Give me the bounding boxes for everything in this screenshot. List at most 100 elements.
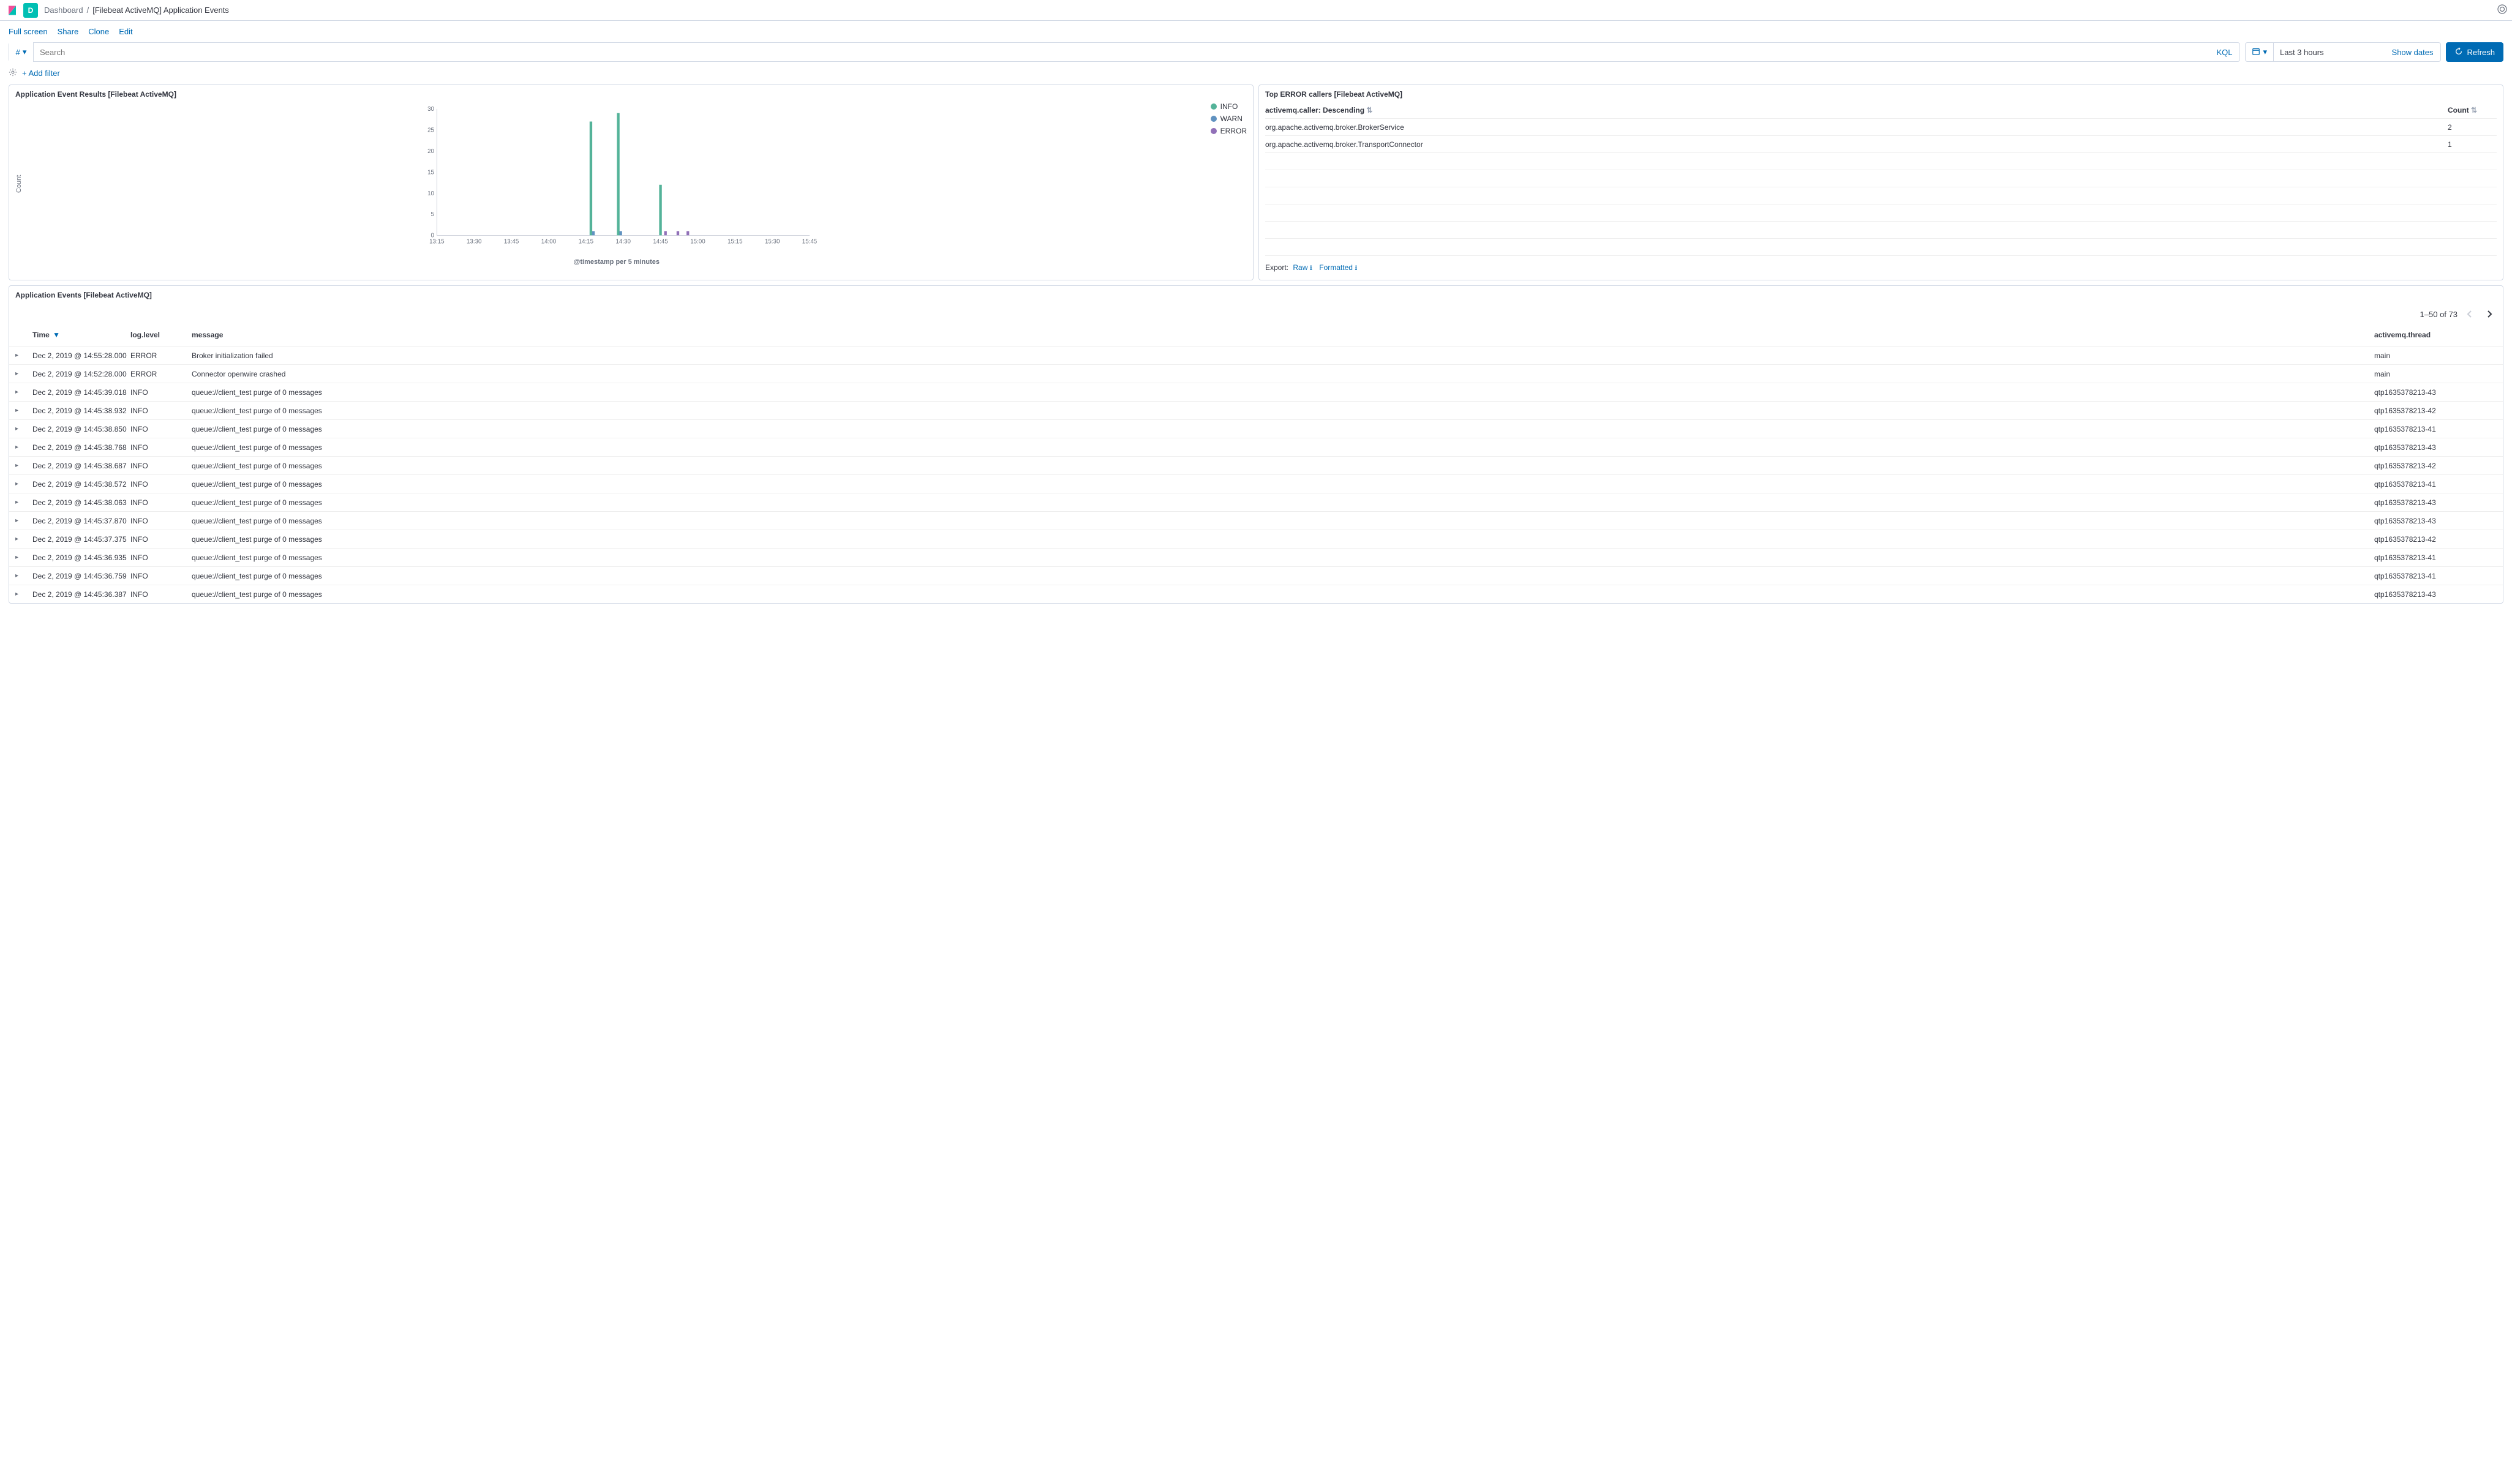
show-dates-link[interactable]: Show dates: [2385, 48, 2441, 57]
calendar-icon: [2252, 47, 2260, 58]
legend-item[interactable]: ERROR: [1211, 127, 1247, 135]
table-row[interactable]: org.apache.activemq.broker.TransportConn…: [1265, 136, 2497, 153]
cell-message: queue://client_test purge of 0 messages: [192, 572, 2374, 580]
expand-row-button[interactable]: ▸: [15, 517, 32, 524]
table-row[interactable]: ▸ Dec 2, 2019 @ 14:55:28.000 ERROR Broke…: [9, 346, 2503, 364]
expand-row-button[interactable]: ▸: [15, 444, 32, 451]
date-quick-select-button[interactable]: ▾: [2246, 43, 2274, 61]
table-row[interactable]: org.apache.activemq.broker.BrokerService…: [1265, 119, 2497, 136]
cell-thread: qtp1635378213-43: [2374, 517, 2497, 525]
legend-dot-icon: [1211, 103, 1217, 110]
cell-message: queue://client_test purge of 0 messages: [192, 388, 2374, 397]
legend-dot-icon: [1211, 128, 1217, 134]
kibana-logo-icon[interactable]: [5, 3, 20, 18]
error-col-count-header[interactable]: Count ⇅: [2448, 106, 2497, 114]
add-filter-button[interactable]: + Add filter: [22, 69, 60, 78]
table-row[interactable]: ▸ Dec 2, 2019 @ 14:45:37.870 INFO queue:…: [9, 511, 2503, 530]
col-message-header[interactable]: message: [192, 331, 2374, 339]
table-row[interactable]: ▸ Dec 2, 2019 @ 14:45:38.932 INFO queue:…: [9, 401, 2503, 419]
legend-item[interactable]: WARN: [1211, 114, 1247, 123]
table-row[interactable]: ▸ Dec 2, 2019 @ 14:45:36.387 INFO queue:…: [9, 585, 2503, 603]
error-caller-cell: org.apache.activemq.broker.BrokerService: [1265, 123, 2448, 132]
cell-time: Dec 2, 2019 @ 14:45:36.935: [32, 553, 130, 562]
chart-y-axis-label: Count: [15, 102, 23, 266]
app-badge[interactable]: D: [23, 3, 38, 18]
breadcrumb: Dashboard / [Filebeat ActiveMQ] Applicat…: [44, 6, 229, 15]
help-icon[interactable]: [2497, 4, 2507, 16]
expand-row-button[interactable]: ▸: [15, 462, 32, 469]
cell-thread: qtp1635378213-41: [2374, 572, 2497, 580]
error-col-caller-header[interactable]: activemq.caller: Descending ⇅: [1265, 106, 2448, 114]
refresh-button[interactable]: Refresh: [2446, 42, 2503, 62]
export-formatted-link[interactable]: Formatted ⭳: [1319, 263, 1357, 272]
svg-text:25: 25: [427, 127, 434, 134]
export-formatted-label: Formatted: [1319, 263, 1353, 272]
date-range-text[interactable]: Last 3 hours: [2274, 48, 2385, 57]
share-link[interactable]: Share: [58, 27, 79, 36]
cell-message: queue://client_test purge of 0 messages: [192, 480, 2374, 489]
col-level-header[interactable]: log.level: [130, 331, 192, 339]
expand-row-button[interactable]: ▸: [15, 407, 32, 414]
fullscreen-link[interactable]: Full screen: [9, 27, 48, 36]
expand-row-button[interactable]: ▸: [15, 389, 32, 395]
expand-row-button[interactable]: ▸: [15, 499, 32, 506]
events-panel: Application Events [Filebeat ActiveMQ] 1…: [9, 285, 2503, 604]
cell-time: Dec 2, 2019 @ 14:55:28.000: [32, 351, 130, 360]
table-row[interactable]: ▸ Dec 2, 2019 @ 14:45:37.375 INFO queue:…: [9, 530, 2503, 548]
svg-text:15:00: 15:00: [690, 238, 705, 245]
search-input[interactable]: [34, 48, 2209, 57]
table-row[interactable]: ▸ Dec 2, 2019 @ 14:45:38.850 INFO queue:…: [9, 419, 2503, 438]
svg-text:14:45: 14:45: [653, 238, 668, 245]
cell-time: Dec 2, 2019 @ 14:45:38.063: [32, 498, 130, 507]
expand-row-button[interactable]: ▸: [15, 554, 32, 561]
sort-desc-icon: ▼: [53, 331, 60, 339]
svg-text:13:30: 13:30: [467, 238, 482, 245]
cell-message: queue://client_test purge of 0 messages: [192, 407, 2374, 415]
bar-chart[interactable]: 05101520253013:1513:3013:4514:0014:1514:…: [23, 102, 1211, 255]
table-row[interactable]: ▸ Dec 2, 2019 @ 14:45:38.768 INFO queue:…: [9, 438, 2503, 456]
cell-thread: qtp1635378213-43: [2374, 590, 2497, 599]
svg-text:15:45: 15:45: [802, 238, 818, 245]
filter-settings-button[interactable]: [9, 68, 17, 78]
legend-label: ERROR: [1220, 127, 1247, 135]
filter-options-button[interactable]: # ▾: [9, 42, 34, 62]
export-raw-link[interactable]: Raw ⭳: [1293, 263, 1312, 272]
table-row[interactable]: ▸ Dec 2, 2019 @ 14:52:28.000 ERROR Conne…: [9, 364, 2503, 383]
cell-time: Dec 2, 2019 @ 14:45:36.387: [32, 590, 130, 599]
expand-row-button[interactable]: ▸: [15, 370, 32, 377]
pager-prev-button[interactable]: [2462, 307, 2477, 321]
cell-message: queue://client_test purge of 0 messages: [192, 443, 2374, 452]
table-row[interactable]: ▸ Dec 2, 2019 @ 14:45:38.687 INFO queue:…: [9, 456, 2503, 474]
cell-level: ERROR: [130, 351, 192, 360]
expand-row-button[interactable]: ▸: [15, 536, 32, 542]
chart-x-axis-label: @timestamp per 5 minutes: [23, 258, 1211, 266]
cell-time: Dec 2, 2019 @ 14:45:38.932: [32, 407, 130, 415]
col-thread-header[interactable]: activemq.thread: [2374, 331, 2497, 339]
col-time-header[interactable]: Time ▼: [32, 331, 130, 339]
cell-level: INFO: [130, 517, 192, 525]
table-row[interactable]: ▸ Dec 2, 2019 @ 14:45:38.063 INFO queue:…: [9, 493, 2503, 511]
cell-thread: qtp1635378213-41: [2374, 553, 2497, 562]
cell-level: INFO: [130, 572, 192, 580]
pager-next-button[interactable]: [2482, 307, 2497, 321]
table-row: [1265, 222, 2497, 239]
edit-link[interactable]: Edit: [119, 27, 132, 36]
table-row[interactable]: ▸ Dec 2, 2019 @ 14:45:38.572 INFO queue:…: [9, 474, 2503, 493]
expand-row-button[interactable]: ▸: [15, 481, 32, 487]
kql-toggle[interactable]: KQL: [2209, 48, 2239, 57]
breadcrumb-dashboard-link[interactable]: Dashboard: [44, 6, 83, 15]
chevron-left-icon: [2466, 310, 2473, 318]
table-row[interactable]: ▸ Dec 2, 2019 @ 14:45:36.935 INFO queue:…: [9, 548, 2503, 566]
cell-level: INFO: [130, 590, 192, 599]
date-range-picker: ▾ Last 3 hours Show dates: [2245, 42, 2441, 62]
expand-row-button[interactable]: ▸: [15, 572, 32, 579]
table-row[interactable]: ▸ Dec 2, 2019 @ 14:45:39.018 INFO queue:…: [9, 383, 2503, 401]
cell-thread: main: [2374, 351, 2497, 360]
expand-row-button[interactable]: ▸: [15, 352, 32, 359]
cell-level: ERROR: [130, 370, 192, 378]
expand-row-button[interactable]: ▸: [15, 425, 32, 432]
legend-item[interactable]: INFO: [1211, 102, 1247, 111]
clone-link[interactable]: Clone: [88, 27, 109, 36]
table-row[interactable]: ▸ Dec 2, 2019 @ 14:45:36.759 INFO queue:…: [9, 566, 2503, 585]
expand-row-button[interactable]: ▸: [15, 591, 32, 598]
